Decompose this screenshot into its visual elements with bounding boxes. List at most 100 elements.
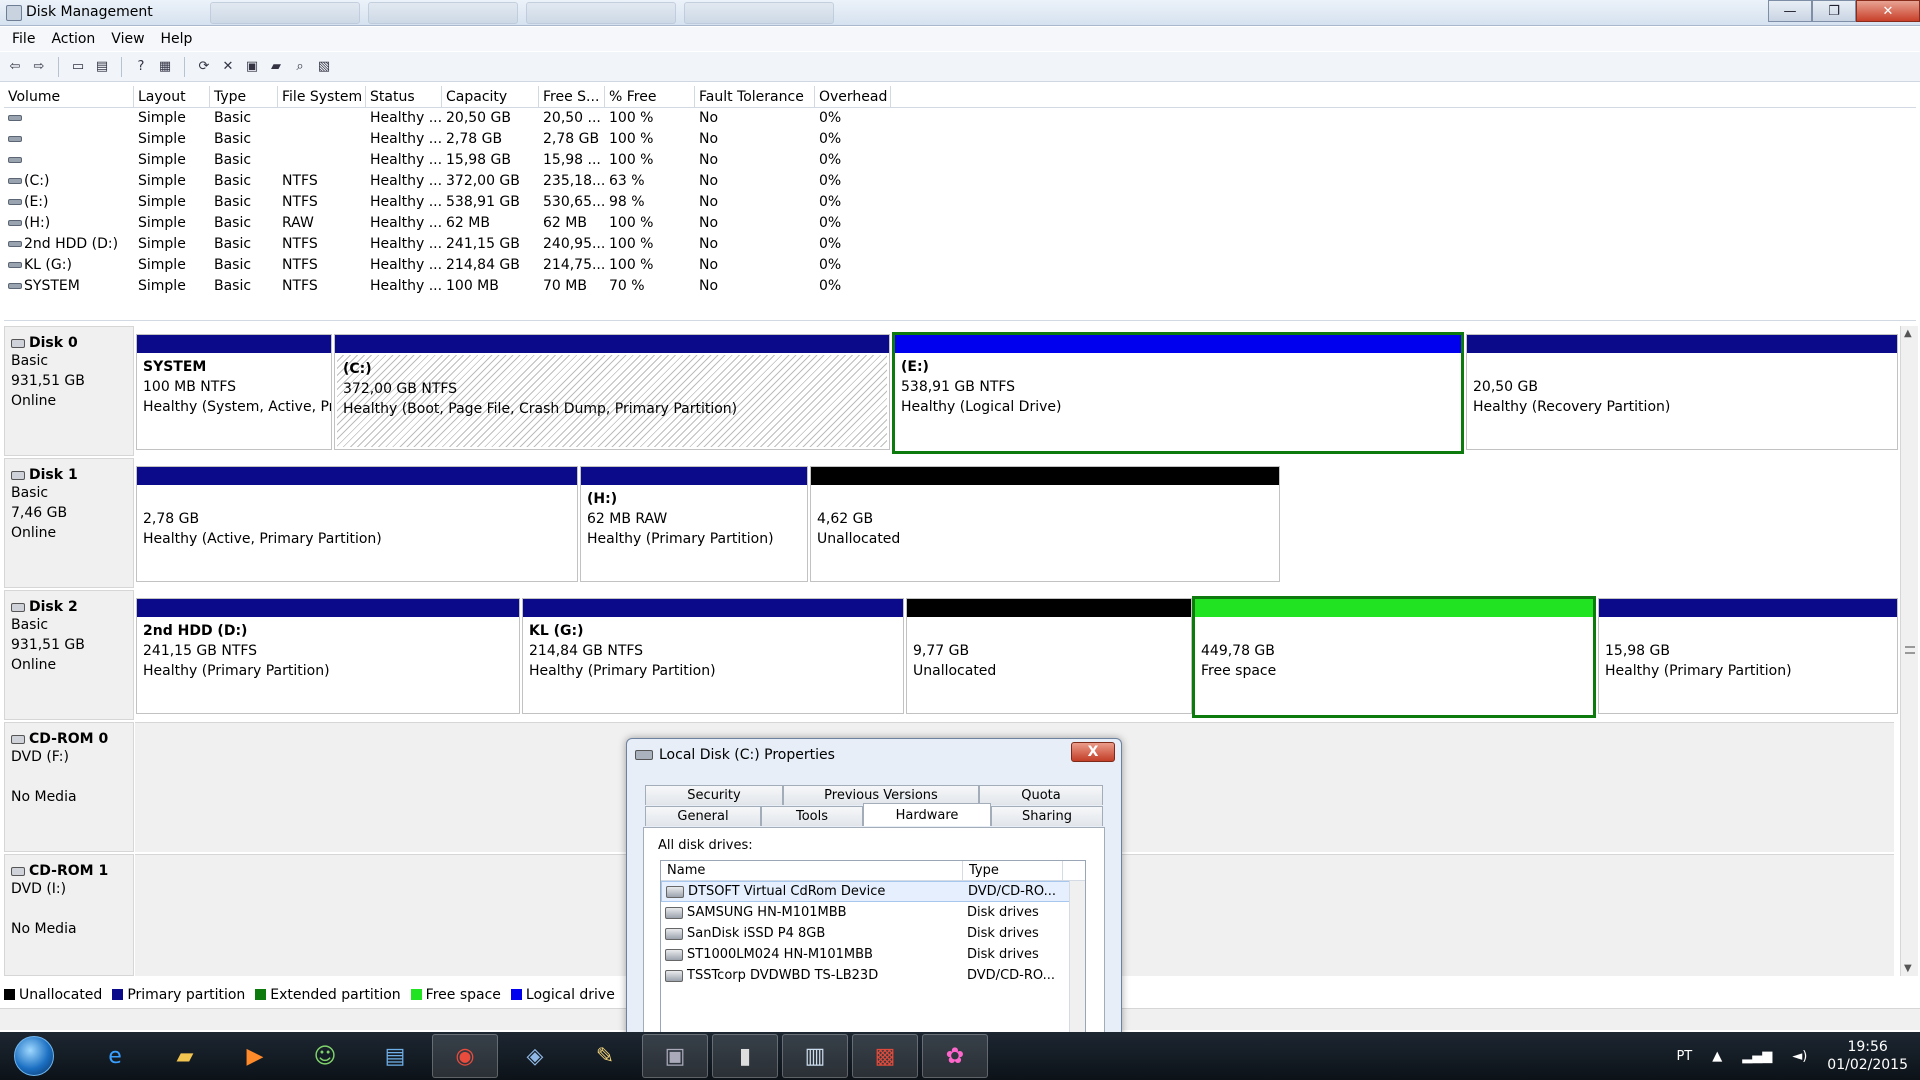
maximize-button[interactable]: ❐ xyxy=(1812,0,1856,22)
drive-row[interactable]: TSSTcorp DVDWBD TS-LB23D DVD/CD-RO... xyxy=(661,965,1085,986)
column-layout[interactable]: Layout xyxy=(134,86,210,107)
export-icon[interactable]: ▧ xyxy=(313,56,335,78)
start-button[interactable] xyxy=(6,1033,62,1079)
virtualbox-icon[interactable]: ◈ xyxy=(502,1034,568,1078)
drive-row[interactable]: SanDisk iSSD P4 8GB Disk drives xyxy=(661,923,1085,944)
tab-general[interactable]: General xyxy=(645,806,761,826)
properties-icon[interactable]: ▤ xyxy=(91,56,113,78)
drive-row[interactable]: SAMSUNG HN-M101MBB Disk drives xyxy=(661,902,1085,923)
scroll-down-icon[interactable]: ▼ xyxy=(1904,963,1912,974)
help-icon[interactable]: ? xyxy=(130,56,152,78)
tab-tools[interactable]: Tools xyxy=(761,806,863,826)
table-row[interactable]: Simple Basic Healthy ... 20,50 GB 20,50 ... 1… xyxy=(4,108,1916,129)
language-indicator[interactable]: PT xyxy=(1676,1049,1692,1064)
cell-volume xyxy=(4,129,134,150)
table-row[interactable]: (E:) Simple Basic NTFS Healthy ... 538,91 GB 5… xyxy=(4,192,1916,213)
menu-help[interactable]: Help xyxy=(153,31,201,47)
column-type[interactable]: Type xyxy=(963,861,1063,880)
menu-action[interactable]: Action xyxy=(43,31,103,47)
explorer-icon[interactable]: ▰ xyxy=(152,1034,218,1078)
column-percent-free[interactable]: % Free xyxy=(605,86,695,107)
dialog-close-button[interactable]: X xyxy=(1071,742,1115,762)
column-volume[interactable]: Volume xyxy=(4,86,134,107)
help-topics-icon[interactable]: ▦ xyxy=(154,56,176,78)
chrome-icon[interactable]: ◉ xyxy=(432,1034,498,1078)
partition-size: 2,78 GB xyxy=(143,511,200,527)
column-name[interactable]: Name xyxy=(661,861,963,880)
column-type[interactable]: Type xyxy=(210,86,278,107)
close-button[interactable]: ✕ xyxy=(1856,0,1920,22)
table-row[interactable]: (C:) Simple Basic NTFS Healthy ... 372,00 GB 2… xyxy=(4,171,1916,192)
disk-0-label[interactable]: Disk 0 Basic 931,51 GB Online xyxy=(4,326,134,456)
back-arrow-icon[interactable]: ⇦ xyxy=(4,56,26,78)
tab-sharing[interactable]: Sharing xyxy=(991,806,1103,826)
partition-c[interactable]: (C:) 372,00 GB NTFS Healthy (Boot, Page … xyxy=(334,334,890,450)
cdrom-0-label[interactable]: CD-ROM 0 DVD (F:) No Media xyxy=(4,722,134,852)
disk-drives-list[interactable]: Name Type DTSOFT Virtual CdRom Device DV… xyxy=(660,860,1086,1040)
partition-name: 2nd HDD (D:) xyxy=(143,623,248,639)
disk-1-label[interactable]: Disk 1 Basic 7,46 GB Online xyxy=(4,458,134,588)
menu-view[interactable]: View xyxy=(103,31,152,47)
disk-map-scrollbar[interactable]: ▲ ▼ xyxy=(1900,326,1918,976)
tab-security[interactable]: Security xyxy=(645,785,783,805)
column-free-space[interactable]: Free S... xyxy=(539,86,605,107)
partition-g[interactable]: KL (G:) 214,84 GB NTFS Healthy (Primary … xyxy=(522,598,904,714)
paint-icon[interactable]: ✎ xyxy=(572,1034,638,1078)
volume-icon[interactable]: ◄) xyxy=(1792,1049,1807,1064)
table-row[interactable]: SYSTEM Simple Basic NTFS Healthy ... 100 MB 70… xyxy=(4,276,1916,297)
table-row[interactable]: Simple Basic Healthy ... 2,78 GB 2,78 GB 100 … xyxy=(4,129,1916,150)
cmd-icon[interactable]: ▮ xyxy=(712,1034,778,1078)
refresh-icon[interactable]: ⟳ xyxy=(193,56,215,78)
column-fault-tolerance[interactable]: Fault Tolerance xyxy=(695,86,815,107)
table-row[interactable]: 2nd HDD (D:) Simple Basic NTFS Healthy ... 24… xyxy=(4,234,1916,255)
partition-e[interactable]: (E:) 538,91 GB NTFS Healthy (Logical Dri… xyxy=(892,332,1464,454)
partition-disk1-unallocated[interactable]: 4,62 GB Unallocated xyxy=(810,466,1280,582)
table-row[interactable]: (H:) Simple Basic RAW Healthy ... 62 MB 62 MB 1… xyxy=(4,213,1916,234)
partition-disk2-unallocated[interactable]: 9,77 GB Unallocated xyxy=(906,598,1192,714)
tabs-bottom-row: General Tools Hardware Sharing xyxy=(645,803,1103,826)
partition-h[interactable]: (H:) 62 MB RAW Healthy (Primary Partitio… xyxy=(580,466,808,582)
media-player-icon[interactable]: ▶ xyxy=(222,1034,288,1078)
drive-row[interactable]: ST1000LM024 HN-M101MBB Disk drives xyxy=(661,944,1085,965)
partition-disk2-primary[interactable]: 15,98 GB Healthy (Primary Partition) xyxy=(1598,598,1898,714)
disk-2-label[interactable]: Disk 2 Basic 931,51 GB Online xyxy=(4,590,134,720)
drive-list-scrollbar[interactable] xyxy=(1069,881,1085,1039)
tab-hardware[interactable]: Hardware xyxy=(863,803,991,826)
network-icon[interactable]: ▂▄▆ xyxy=(1742,1049,1772,1064)
partition-disk1-active[interactable]: 2,78 GB Healthy (Active, Primary Partiti… xyxy=(136,466,578,582)
partition-system[interactable]: SYSTEM 100 MB NTFS Healthy (System, Acti… xyxy=(136,334,332,450)
clock[interactable]: 19:56 01/02/2015 xyxy=(1827,1038,1908,1074)
window-app-icon[interactable]: ▥ xyxy=(782,1034,848,1078)
table-row[interactable]: Simple Basic Healthy ... 15,98 GB 15,98 ... 1… xyxy=(4,150,1916,171)
menu-file[interactable]: File xyxy=(4,31,43,47)
windows-logo-icon xyxy=(14,1036,54,1076)
show-hide-console-icon[interactable]: ▭ xyxy=(67,56,89,78)
tab-quota[interactable]: Quota xyxy=(979,785,1103,805)
partition-d[interactable]: 2nd HDD (D:) 241,15 GB NTFS Healthy (Pri… xyxy=(136,598,520,714)
column-capacity[interactable]: Capacity xyxy=(442,86,539,107)
search-icon[interactable]: ⌕ xyxy=(289,56,311,78)
file-lock-icon[interactable]: ▣ xyxy=(642,1034,708,1078)
table-row[interactable]: KL (G:) Simple Basic NTFS Healthy ... 214,84 … xyxy=(4,255,1916,276)
paint-palette-icon[interactable]: ✿ xyxy=(922,1034,988,1078)
minimize-button[interactable]: — xyxy=(1768,0,1812,22)
open-folder-icon[interactable]: ▰ xyxy=(265,56,287,78)
column-status[interactable]: Status xyxy=(366,86,442,107)
delete-icon[interactable]: ✕ xyxy=(217,56,239,78)
drive-row[interactable]: DTSOFT Virtual CdRom Device DVD/CD-RO... xyxy=(661,881,1085,902)
partition-free-space[interactable]: 449,78 GB Free space xyxy=(1192,596,1596,718)
scroll-grip-icon[interactable] xyxy=(1905,646,1915,654)
rescan-icon[interactable]: ▣ xyxy=(241,56,263,78)
internet-explorer-icon[interactable]: e xyxy=(82,1034,148,1078)
forward-arrow-icon[interactable]: ⇨ xyxy=(28,56,50,78)
tab-previous-versions[interactable]: Previous Versions xyxy=(783,785,979,805)
partition-recovery[interactable]: 20,50 GB Healthy (Recovery Partition) xyxy=(1466,334,1898,450)
column-file-system[interactable]: File System xyxy=(278,86,366,107)
show-hidden-icons-icon[interactable]: ▲ xyxy=(1712,1049,1722,1064)
messenger-icon[interactable]: ☺ xyxy=(292,1034,358,1078)
cdrom-1-label[interactable]: CD-ROM 1 DVD (I:) No Media xyxy=(4,854,134,976)
scroll-up-icon[interactable]: ▲ xyxy=(1904,328,1912,339)
folder-window-icon[interactable]: ▤ xyxy=(362,1034,428,1078)
column-overhead[interactable]: Overhead xyxy=(815,86,891,107)
toolbox-icon[interactable]: ▩ xyxy=(852,1034,918,1078)
